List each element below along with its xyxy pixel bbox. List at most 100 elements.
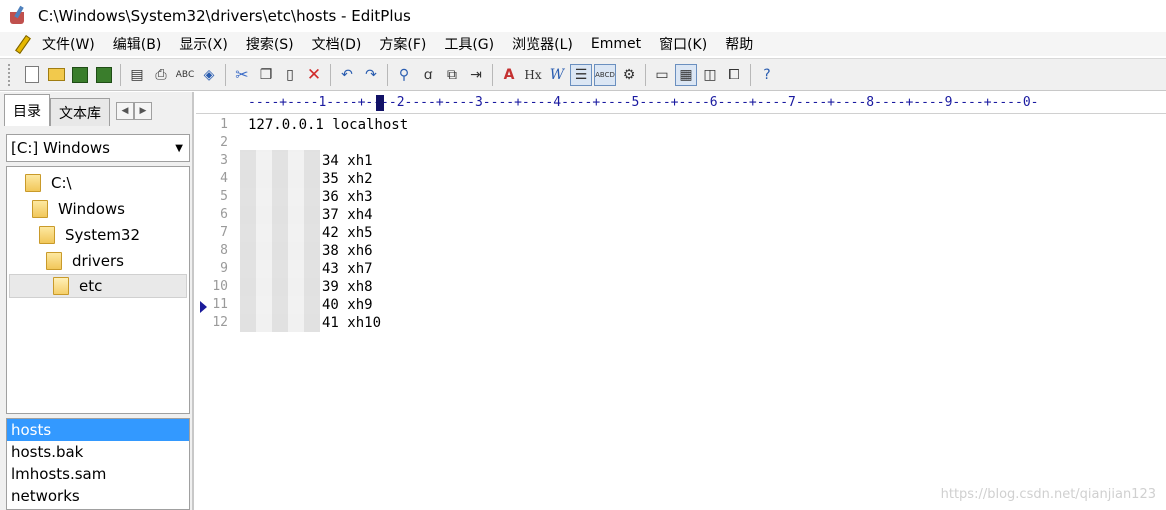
code-line: 40 xh9 (322, 297, 373, 313)
file-list: hosts hosts.bak lmhosts.sam networks (6, 418, 190, 510)
open-folder-icon (47, 68, 65, 81)
ruler-button[interactable]: ABCD (594, 63, 616, 86)
find-button[interactable]: ⚲ (393, 64, 415, 86)
save-button[interactable] (69, 64, 91, 86)
delete-button[interactable]: ✕ (303, 64, 325, 86)
print-preview-button[interactable]: ▤ (126, 64, 148, 86)
line-number-button[interactable]: ☰ (570, 63, 592, 86)
tab-scroll-left-button[interactable]: ◀ (116, 102, 134, 120)
code-line: 35 xh2 (322, 171, 373, 187)
word-wrap-button[interactable]: W (546, 64, 568, 86)
code-line: 37 xh4 (322, 207, 373, 223)
tree-item-etc[interactable]: etc (9, 274, 187, 298)
menu-document[interactable]: 文档(D) (312, 34, 362, 54)
file-item-networks[interactable]: networks (7, 485, 189, 507)
menu-search[interactable]: 搜索(S) (246, 34, 294, 54)
paste-button[interactable]: ▯ (279, 64, 301, 86)
new-file-button[interactable] (21, 64, 43, 86)
goto-line-button[interactable]: ⇥ (465, 64, 487, 86)
font-button[interactable]: A (498, 64, 520, 86)
delete-icon: ✕ (306, 64, 322, 85)
drive-select-value: [C:] Windows (11, 139, 110, 157)
tab-directory[interactable]: 目录 (4, 94, 50, 126)
cliptext-icon: ◫ (703, 66, 717, 83)
save-all-icon (96, 66, 112, 83)
menu-browser[interactable]: 浏览器(L) (512, 34, 573, 54)
print-button[interactable]: ⎙ (150, 64, 172, 86)
fullscreen-button[interactable]: ⧠ (723, 64, 745, 86)
undo-button[interactable]: ↶ (336, 64, 358, 86)
toolbar-separator (120, 63, 121, 86)
line-number: 8 (220, 243, 228, 258)
file-item-lmhosts-sam[interactable]: lmhosts.sam (7, 463, 189, 485)
editplus-app-icon (8, 5, 28, 26)
undo-icon: ↶ (341, 66, 353, 83)
menu-project[interactable]: 方案(F) (379, 34, 426, 54)
preferences-button[interactable]: ⚙ (618, 64, 640, 86)
code-line: 127.0.0.1 localhost (248, 117, 409, 133)
magnifier-icon: ⚲ (398, 66, 410, 83)
toolbar: ▤ ⎙ ABC ◈ ✂ ❐ ▯ ✕ ↶ ↷ ⚲ ꭤ ⧉ ⇥ A Hx W ☰ A… (0, 58, 1166, 91)
open-button[interactable] (45, 64, 67, 86)
folder-tree: C:\ Windows System32 drivers etc (6, 166, 190, 414)
tree-item-windows[interactable]: Windows (32, 197, 125, 221)
tab-scroll-right-button[interactable]: ▶ (134, 102, 152, 120)
open-folder-icon (53, 277, 69, 295)
menu-window[interactable]: 窗口(K) (659, 34, 707, 54)
print-preview-icon: ▤ (130, 66, 144, 83)
toggle-directory-button[interactable]: ▦ (675, 63, 697, 86)
copy-button[interactable]: ❐ (255, 64, 277, 86)
menu-view[interactable]: 显示(X) (179, 34, 228, 54)
line-number: 4 (220, 171, 228, 186)
toolbar-grip[interactable] (8, 63, 14, 86)
menu-edit[interactable]: 编辑(B) (113, 34, 162, 54)
line-number-gutter: 1 2 3 4 5 6 7 8 9 10 11 12 (196, 116, 232, 510)
redo-button[interactable]: ↷ (360, 64, 382, 86)
pencil-icon (12, 34, 34, 54)
toolbar-separator (492, 63, 493, 86)
toggle-output-button[interactable]: ▭ (651, 64, 673, 86)
line-number: 1 (220, 117, 228, 132)
menu-help[interactable]: 帮助 (725, 34, 753, 54)
menu-emmet[interactable]: Emmet (591, 36, 641, 52)
find-in-files-button[interactable]: ⧉ (441, 64, 463, 86)
code-line: 39 xh8 (322, 279, 373, 295)
printer-icon: ⎙ (155, 66, 167, 83)
file-item-hosts[interactable]: hosts (7, 419, 189, 441)
tab-cliptext[interactable]: 文本库 (50, 98, 110, 126)
menu-file[interactable]: 文件(W) (42, 34, 95, 54)
word-wrap-icon: W (549, 66, 565, 83)
cut-button[interactable]: ✂ (231, 64, 253, 86)
line-number: 9 (220, 261, 228, 276)
browser-preview-button[interactable]: ◈ (198, 64, 220, 86)
line-number-icon: ☰ (574, 66, 588, 83)
spellcheck-icon: ABC (175, 69, 195, 80)
menu-bar: 文件(W) 编辑(B) 显示(X) 搜索(S) 文档(D) 方案(F) 工具(G… (0, 32, 1166, 56)
code-line: 41 xh10 (322, 315, 382, 331)
drive-select[interactable]: [C:] Windows ▼ (6, 134, 190, 162)
code-line: 34 xh1 (322, 153, 373, 169)
folder-icon (46, 252, 62, 270)
tree-item-c[interactable]: C:\ (25, 171, 72, 195)
tree-item-label: C:\ (51, 174, 72, 192)
replace-button[interactable]: ꭤ (417, 64, 439, 86)
help-button[interactable]: ? (756, 64, 778, 86)
toolbar-separator (225, 63, 226, 86)
chevron-down-icon: ▼ (175, 143, 183, 154)
menu-tools[interactable]: 工具(G) (444, 34, 494, 54)
save-all-button[interactable] (93, 64, 115, 86)
browser-preview-icon: ◈ (203, 66, 215, 83)
hex-viewer-button[interactable]: Hx (522, 64, 544, 86)
tree-item-system32[interactable]: System32 (39, 223, 140, 247)
spellcheck-button[interactable]: ABC (174, 64, 196, 86)
window-title: C:\Windows\System32\drivers\etc\hosts - … (38, 7, 411, 25)
find-in-files-icon: ⧉ (447, 66, 457, 83)
toolbar-separator (750, 63, 751, 86)
chevron-left-icon: ◀ (121, 106, 129, 116)
editor-area[interactable]: ----+----1----+----2----+----3----+----4… (196, 92, 1166, 510)
redo-icon: ↷ (365, 66, 377, 83)
tree-item-drivers[interactable]: drivers (46, 249, 124, 273)
cliptext-button[interactable]: ◫ (699, 64, 721, 86)
tree-item-label: etc (79, 277, 103, 295)
file-item-hosts-bak[interactable]: hosts.bak (7, 441, 189, 463)
